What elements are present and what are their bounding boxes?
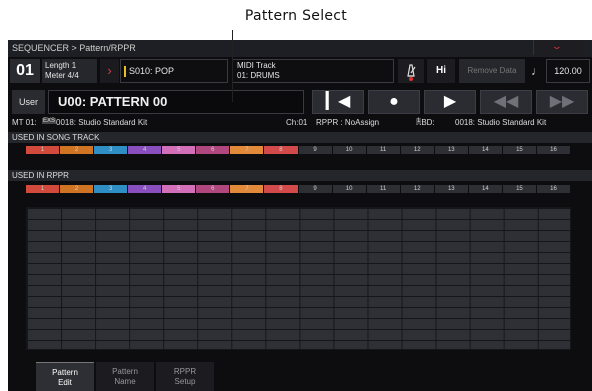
track-cell-2: 2 xyxy=(60,146,95,154)
chevron-down-icon: ⌄ xyxy=(550,41,563,51)
info-bar: MT 01: EXS 0018: Studio Standard Kit Ch:… xyxy=(12,118,547,127)
track-number[interactable]: 01 xyxy=(10,59,40,83)
rppr-pattern-grid[interactable] xyxy=(26,207,571,350)
metronome-indicator xyxy=(409,77,413,81)
title-bar: SEQUENCER > Pattern/RPPR ⌄ xyxy=(8,40,592,57)
track-cell-5: 5 xyxy=(162,146,197,154)
record-icon: ● xyxy=(389,93,399,110)
chevron-right-icon: › xyxy=(107,63,112,78)
page-title: SEQUENCER > Pattern/RPPR xyxy=(12,43,136,53)
tab-bar: Pattern Edit Pattern Name RPPR Setup xyxy=(8,362,592,391)
track-cell-13: 13 xyxy=(434,185,469,193)
tab-label-line2: Setup xyxy=(174,377,196,386)
page-menu-button[interactable]: ⌄ xyxy=(533,40,584,55)
track-cell-7: 7 xyxy=(230,146,265,154)
track-cell-4: 4 xyxy=(128,185,163,193)
pattern-bank-button[interactable]: User xyxy=(12,90,45,114)
quarter-note-icon: ♩ xyxy=(531,64,543,78)
tab-rppr-setup[interactable]: RPPR Setup xyxy=(156,362,214,391)
track-cell-10: 10 xyxy=(332,185,367,193)
track-cell-1: 1 xyxy=(26,146,61,154)
rppr-header: USED IN RPPR xyxy=(8,170,592,181)
meter-label: Meter 4/4 xyxy=(45,71,79,80)
track-cell-3: 3 xyxy=(94,185,129,193)
song-track-header: USED IN SONG TRACK xyxy=(8,132,592,143)
track-cell-4: 4 xyxy=(128,146,163,154)
track-cell-12: 12 xyxy=(400,146,435,154)
track-cell-16: 16 xyxy=(536,185,571,193)
midi-track-name: 01: DRUMS xyxy=(237,71,280,80)
tempo-field[interactable]: 120.00 xyxy=(546,59,590,83)
midi-channel: Ch:01 xyxy=(286,118,308,127)
rewind-button[interactable]: ◀◀ xyxy=(480,90,532,114)
tab-pattern-edit[interactable]: Pattern Edit xyxy=(36,362,94,391)
tab-label-line1: Pattern xyxy=(52,368,78,377)
program-name: 0018: Studio Standard Kit xyxy=(56,118,148,127)
track-cell-15: 15 xyxy=(502,185,537,193)
length-meter-box[interactable]: Length 1 Meter 4/4 xyxy=(42,59,97,83)
play-icon: ▶ xyxy=(443,93,457,110)
song-name: S010: POP xyxy=(129,66,175,76)
track-cell-5: 5 xyxy=(162,185,197,193)
rppr-status: RPPR : NoAssign xyxy=(316,118,380,127)
midi-track-select[interactable]: MIDI Track 01: DRUMS xyxy=(232,59,394,83)
fast-forward-icon: ▶▶ xyxy=(549,93,575,110)
kbd-program: 0018: Studio Standard Kit xyxy=(455,118,547,127)
track-cell-11: 11 xyxy=(366,185,401,193)
track-cell-9: 9 xyxy=(298,146,333,154)
track-cell-12: 12 xyxy=(400,185,435,193)
track-cell-8: 8 xyxy=(264,185,299,193)
annotation-label: Pattern Select xyxy=(244,8,348,24)
track-cell-8: 8 xyxy=(264,146,299,154)
midi-track-number: MT 01: xyxy=(12,118,37,127)
tab-pattern-name[interactable]: Pattern Name xyxy=(96,362,154,391)
track-cell-10: 10 xyxy=(332,146,367,154)
annotation: Pattern Select xyxy=(0,0,592,102)
to-start-button[interactable]: ▎◀ xyxy=(312,90,364,114)
tab-label-line1: Pattern xyxy=(112,367,138,376)
annotation-leader-line xyxy=(232,30,233,102)
metronome-button[interactable] xyxy=(398,59,424,83)
song-track-row: 1 2 3 4 5 6 7 8 9 10 11 12 13 14 15 16 xyxy=(26,146,571,154)
song-select[interactable]: S010: POP xyxy=(120,59,228,83)
tab-label-line1: RPPR xyxy=(173,367,197,376)
track-cell-13: 13 xyxy=(434,146,469,154)
tab-label-line2: Name xyxy=(114,377,136,386)
song-select-arrow[interactable]: › xyxy=(100,59,119,83)
track-cell-14: 14 xyxy=(468,185,503,193)
play-button[interactable]: ▶ xyxy=(424,90,476,114)
track-cell-14: 14 xyxy=(468,146,503,154)
track-cell-7: 7 xyxy=(230,185,265,193)
hi-button[interactable]: Hi xyxy=(427,59,455,83)
track-cell-16: 16 xyxy=(536,146,571,154)
midi-track-label: MIDI Track xyxy=(237,61,276,70)
metronome-icon xyxy=(407,64,416,77)
remove-data-button[interactable]: Remove Data xyxy=(459,59,525,83)
rewind-icon: ◀◀ xyxy=(493,93,519,110)
track-cell-6: 6 xyxy=(196,185,231,193)
fast-forward-button[interactable]: ▶▶ xyxy=(536,90,588,114)
pattern-select[interactable]: U00: PATTERN 00 xyxy=(48,90,304,114)
track-cell-6: 6 xyxy=(196,146,231,154)
skip-to-start-icon: ▎◀ xyxy=(325,93,351,110)
length-label: Length 1 xyxy=(45,61,77,70)
track-cell-2: 2 xyxy=(60,185,95,193)
track-cell-1: 1 xyxy=(26,185,61,193)
track-cell-15: 15 xyxy=(502,146,537,154)
track-cell-11: 11 xyxy=(366,146,401,154)
record-button[interactable]: ● xyxy=(368,90,420,114)
rppr-track-row: 1 2 3 4 5 6 7 8 9 10 11 12 13 14 15 16 xyxy=(26,185,571,193)
track-cell-3: 3 xyxy=(94,146,129,154)
song-color-bar xyxy=(124,66,126,78)
track-cell-9: 9 xyxy=(298,185,333,193)
tab-label-line2: Edit xyxy=(58,378,72,387)
sequencer-screen: SEQUENCER > Pattern/RPPR ⌄ 01 Length 1 M… xyxy=(8,40,592,391)
